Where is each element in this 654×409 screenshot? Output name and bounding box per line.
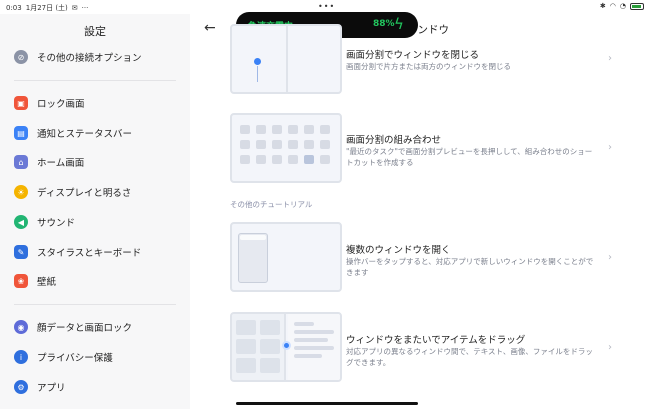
sidebar-item-notifications[interactable]: ▤ 通知とステータスバー <box>14 122 132 144</box>
drag-point-icon <box>282 341 291 350</box>
back-arrow-icon[interactable]: ← <box>204 20 216 36</box>
apps-icon: ⚙ <box>14 380 28 394</box>
sidebar-item-label: アプリ <box>37 383 66 394</box>
alarm-icon: ◔ <box>619 2 626 10</box>
tutorial-title: 画面分割の組み合わせ <box>346 135 442 146</box>
sidebar-item-label: ホーム画面 <box>37 158 85 169</box>
sidebar-divider <box>14 80 176 81</box>
sidebar-item-label: スタイラスとキーボード <box>37 248 142 259</box>
bluetooth-icon: ✱ <box>599 2 606 10</box>
tutorial-title: ウィンドウをまたいでアイテムをドラッグ <box>346 335 526 346</box>
wifi-icon: ◠ <box>609 2 616 10</box>
status-time: 0:03 <box>6 4 22 12</box>
status-date: 1月27日 (土) <box>25 4 68 12</box>
chevron-right-icon: › <box>608 53 612 64</box>
sidebar-item-label: 壁紙 <box>37 277 57 288</box>
tutorial-title: 画面分割でウィンドウを閉じる <box>346 50 480 61</box>
link-icon: ⊘ <box>14 50 28 64</box>
sidebar-item-label: 顔データと画面ロック <box>37 323 133 334</box>
sidebar-title: 設定 <box>84 25 106 38</box>
privacy-icon: i <box>14 350 28 364</box>
more-icon: ··· <box>81 4 89 12</box>
wallpaper-icon: ❀ <box>14 274 28 288</box>
chevron-right-icon: › <box>608 252 612 263</box>
tutorial-thumbnail-multi-window <box>230 222 342 292</box>
sidebar-item-wallpaper[interactable]: ❀ 壁紙 <box>14 270 56 292</box>
lock-icon: ▣ <box>14 96 28 110</box>
sidebar-item-label: ディスプレイと明るさ <box>37 188 132 199</box>
sound-icon: ◀ <box>14 215 28 229</box>
sidebar-item-privacy[interactable]: i プライバシー保護 <box>14 346 113 368</box>
status-center-dots: ••• <box>318 2 336 11</box>
tutorial-desc: 対応アプリの異なるウィンドウ間で、テキスト、画像、ファイルをドラッグできます。 <box>346 347 593 367</box>
sidebar-item-home-screen[interactable]: ⌂ ホーム画面 <box>14 151 84 173</box>
sidebar-item-label: 通知とステータスバー <box>37 129 133 140</box>
notification-icon: ▤ <box>14 126 28 140</box>
tutorial-desc: 画面分割で片方または両方のウィンドウを閉じる <box>346 62 511 71</box>
sidebar-item-apps[interactable]: ⚙ アプリ <box>14 376 66 398</box>
sidebar-item-other-connections[interactable]: ⊘ その他の接続オプション <box>14 46 142 68</box>
status-left: 0:03 1月27日 (土) ✉ ··· <box>6 3 88 13</box>
sidebar-item-label: サウンド <box>37 218 76 229</box>
home-icon: ⌂ <box>14 155 28 169</box>
tutorial-thumbnail-drag-across <box>230 312 342 382</box>
touch-point-icon <box>254 58 261 65</box>
battery-icon <box>630 2 644 10</box>
brightness-icon: ☀ <box>14 185 28 199</box>
section-label-other-tutorials: その他のチュートリアル <box>230 200 313 209</box>
chevron-right-icon: › <box>608 342 612 353</box>
sidebar-item-display[interactable]: ☀ ディスプレイと明るさ <box>14 181 131 203</box>
tutorial-thumbnail-close-split <box>230 24 342 94</box>
tutorial-title: 複数のウィンドウを開く <box>346 245 451 256</box>
sidebar-item-label: その他の接続オプション <box>37 53 142 64</box>
sidebar-item-face-unlock[interactable]: ◉ 顔データと画面ロック <box>14 316 132 338</box>
sidebar-item-lock-screen[interactable]: ▣ ロック画面 <box>14 92 85 114</box>
sidebar-item-sound[interactable]: ◀ サウンド <box>14 211 75 233</box>
sidebar-divider <box>14 304 176 305</box>
status-right: ✱ ◠ ◔ <box>600 2 644 10</box>
mail-icon: ✉ <box>71 4 78 12</box>
sidebar-item-label: プライバシー保護 <box>37 353 113 364</box>
settings-sidebar: 設定 ⊘ その他の接続オプション ▣ ロック画面 ▤ 通知とステータスバー ⌂ … <box>0 14 190 409</box>
chevron-right-icon: › <box>608 142 612 153</box>
tutorial-desc: 操作バーをタップすると、対応アプリで新しいウィンドウを開くことができます <box>346 257 594 277</box>
stylus-icon: ✎ <box>14 245 28 259</box>
tutorial-thumbnail-split-combo <box>230 113 342 183</box>
sidebar-item-label: ロック画面 <box>37 99 85 110</box>
tutorial-desc: "最近のタスク"で画面分割プレビューを長押しして、組み合わせのショートカットを作… <box>346 147 593 167</box>
home-indicator[interactable] <box>236 402 418 405</box>
face-unlock-icon: ◉ <box>14 320 28 334</box>
sidebar-item-stylus-keyboard[interactable]: ✎ スタイラスとキーボード <box>14 241 141 263</box>
